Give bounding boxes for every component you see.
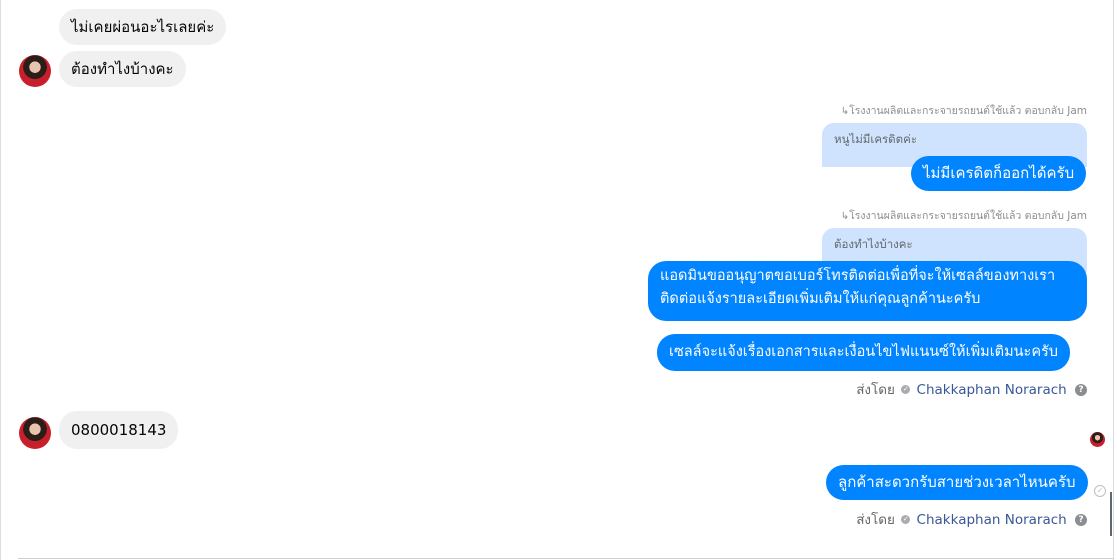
sent-by-label: ส่งโดย: [856, 512, 895, 528]
reply-context: ↳โรงงานผลิตและกระจายรถยนต์ใช้แล้ว ตอบกลั…: [841, 207, 1087, 224]
sent-by-label: ส่งโดย: [856, 382, 895, 398]
composer-divider: [18, 558, 1113, 559]
incoming-message[interactable]: ไม่เคยผ่อนอะไรเลยค่ะ: [59, 9, 227, 45]
outgoing-message[interactable]: ไม่มีเครดิตก็ออกได้ครับ: [911, 156, 1087, 191]
contact-avatar[interactable]: [19, 417, 51, 449]
left-border: [0, 0, 1, 560]
verified-icon: ✓: [901, 384, 911, 394]
incoming-message[interactable]: ต้องทำไงบ้างคะ: [59, 51, 186, 87]
reply-context-text: โรงงานผลิตและกระจายรถยนต์ใช้แล้ว ตอบกลับ…: [849, 105, 1087, 117]
outgoing-message[interactable]: แอดมินขออนุญาตขอเบอร์โทรติดต่อเพื่อที่จะ…: [648, 261, 1087, 321]
delivered-check-icon: ✓: [1094, 485, 1106, 497]
sent-by-info: ส่งโดย ✓ Chakkaphan Norarach ?: [856, 378, 1087, 400]
outgoing-message[interactable]: ลูกค้าสะดวกรับสายช่วงเวลาไหนครับ: [826, 465, 1088, 500]
help-icon[interactable]: ?: [1075, 514, 1087, 526]
reply-arrow-icon: ↳: [840, 106, 850, 117]
scrollbar-thumb[interactable]: [1110, 492, 1112, 536]
reply-context: ↳โรงงานผลิตและกระจายรถยนต์ใช้แล้ว ตอบกลั…: [841, 102, 1087, 119]
verified-icon: ✓: [901, 514, 911, 524]
sender-name-link[interactable]: Chakkaphan Norarach: [917, 382, 1067, 398]
sent-by-info: ส่งโดย ✓ Chakkaphan Norarach ?: [856, 508, 1087, 530]
sender-name-link[interactable]: Chakkaphan Norarach: [917, 512, 1067, 528]
help-icon[interactable]: ?: [1075, 384, 1087, 396]
reply-arrow-icon: ↳: [840, 211, 850, 222]
outgoing-message[interactable]: เซลล์จะแจ้งเรื่องเอกสารและเงื่อนไขไฟแนนซ…: [657, 334, 1071, 371]
right-border: [1113, 0, 1114, 560]
message-line: ติดต่อแจ้งรายละเอียดเพิ่มเติมให้แก่คุณลู…: [660, 291, 981, 307]
incoming-message[interactable]: 0800018143: [59, 411, 179, 449]
reply-context-text: โรงงานผลิตและกระจายรถยนต์ใช้แล้ว ตอบกลับ…: [849, 210, 1087, 222]
seen-avatar: [1090, 432, 1105, 447]
contact-avatar[interactable]: [19, 55, 51, 87]
